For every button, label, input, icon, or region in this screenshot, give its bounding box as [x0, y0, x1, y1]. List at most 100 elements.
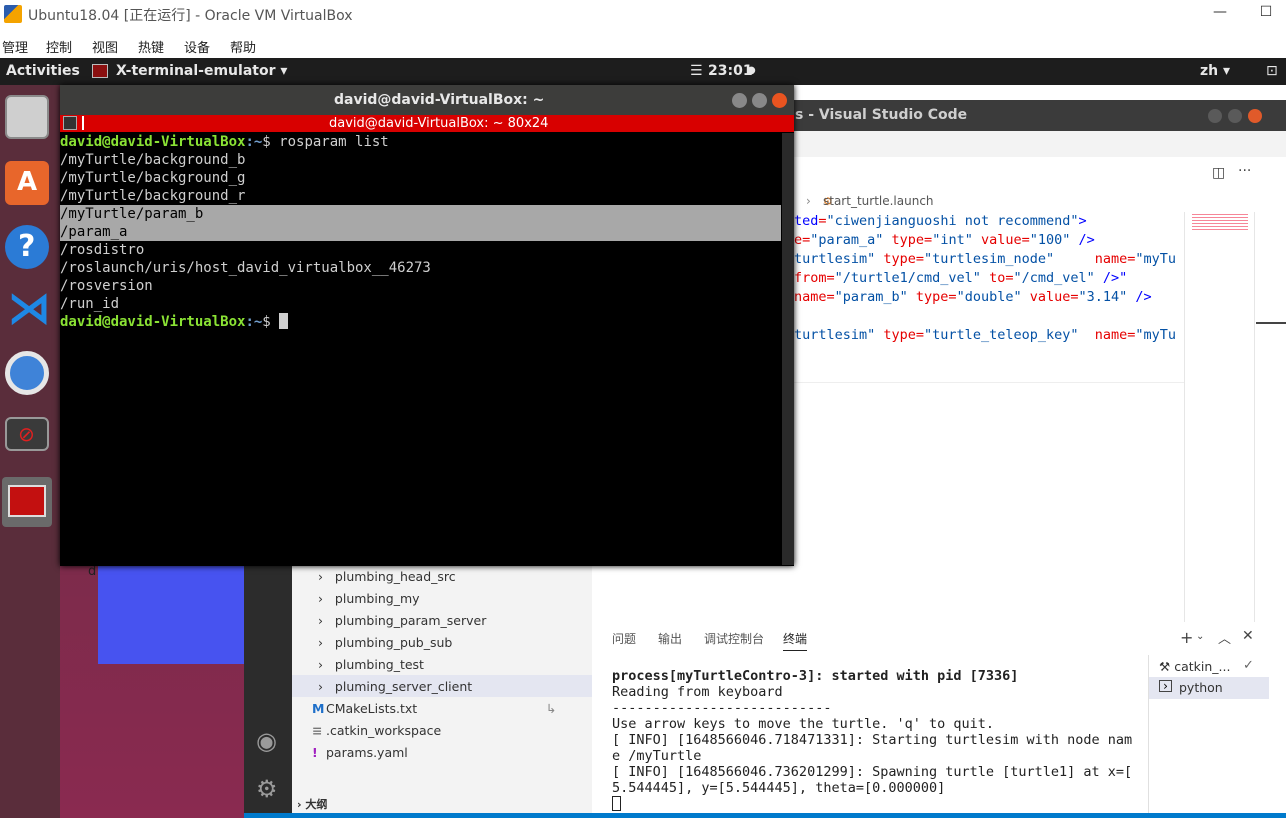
host-window-title: Ubuntu18.04 [正在运行] - Oracle VM VirtualBo…	[28, 8, 353, 24]
file-item[interactable]: ≡ .catkin_workspace	[312, 723, 441, 738]
tab-terminal[interactable]: 终端	[783, 630, 808, 651]
vscode-minimize-button[interactable]	[1208, 109, 1222, 123]
code-token: "turtlesim_node"	[924, 251, 1095, 267]
terminal-minimize-button[interactable]	[732, 93, 747, 108]
code-token: from=	[794, 270, 835, 286]
terminal-menu-icon[interactable]	[63, 116, 77, 130]
close-panel-icon[interactable]: ✕	[1242, 628, 1254, 644]
minimize-button[interactable]: —	[1200, 4, 1240, 24]
terminal-item-python[interactable]: › python	[1149, 677, 1269, 699]
system-menu-icon[interactable]: ⊡	[1266, 63, 1278, 79]
prompt-line: david@david-VirtualBox:~$	[60, 313, 782, 331]
prompt-user: david@david-VirtualBox	[60, 134, 246, 150]
terminal-cursor	[612, 796, 621, 811]
maximize-panel-icon[interactable]: ︿	[1218, 628, 1231, 647]
prompt-line: david@david-VirtualBox:~$ rosparam list	[60, 133, 782, 151]
account-icon[interactable]: ◉	[256, 727, 277, 755]
tab-debug-console[interactable]: 调试控制台	[704, 630, 764, 647]
menu-control[interactable]: 控制	[46, 37, 72, 56]
vscode-close-button[interactable]	[1248, 109, 1262, 123]
code-token: "double"	[956, 289, 1030, 305]
tools-icon: ⚒	[1159, 659, 1171, 674]
menu-help[interactable]: 帮助	[230, 37, 256, 56]
terminal-line: ---------------------------	[612, 700, 832, 716]
code-token: type=	[915, 289, 957, 305]
chromium-icon[interactable]	[5, 351, 49, 395]
terminal-title: david@david-VirtualBox: ~	[334, 92, 545, 108]
terminal-scrollbar[interactable]	[782, 133, 794, 565]
folder-item[interactable]: › plumbing_pub_sub	[318, 635, 452, 650]
terminal-icon: ›	[1159, 680, 1172, 692]
terminal-icon[interactable]	[2, 477, 52, 527]
scrollbar-thumb[interactable]	[1256, 322, 1286, 324]
terminal-item-catkin[interactable]: ⚒ catkin_...	[1159, 659, 1230, 674]
tab-problems[interactable]: 问题	[612, 630, 636, 647]
desktop-label: d	[88, 564, 97, 579]
new-terminal-icon[interactable]: +	[1180, 628, 1193, 647]
vscode-icon[interactable]: ⋊	[5, 283, 51, 334]
tab-output[interactable]: 输出	[658, 630, 682, 647]
activities-button[interactable]: Activities	[6, 63, 80, 79]
file-item[interactable]: ! params.yaml	[312, 745, 408, 760]
software-icon[interactable]: A	[5, 161, 49, 205]
terminal-maximize-button[interactable]	[752, 93, 767, 108]
editor-line-divider	[794, 382, 1184, 383]
split-editor-icon[interactable]: ◫	[1212, 165, 1225, 181]
blocked-icon[interactable]: ⊘	[5, 417, 49, 451]
desktop-window-fragment	[98, 565, 244, 664]
ubuntu-top-bar: Activities X-terminal-emulator ▾ ☰ 23:01…	[0, 58, 1286, 85]
code-token: "param_a"	[810, 232, 892, 248]
minimap[interactable]	[1184, 212, 1254, 232]
code-token: ted	[794, 213, 819, 229]
output-line: /roslaunch/uris/host_david_virtualbox__4…	[60, 260, 431, 276]
menu-view[interactable]: 视图	[92, 37, 118, 56]
app-menu[interactable]: X-terminal-emulator ▾	[116, 63, 287, 79]
more-actions-icon[interactable]: ···	[1238, 163, 1251, 179]
maximize-button[interactable]: ☐	[1246, 4, 1286, 24]
file-type-icon: !	[312, 745, 318, 760]
outline-section[interactable]: › 大纲	[297, 796, 327, 812]
separator	[82, 116, 84, 130]
menu-devices[interactable]: 设备	[184, 37, 210, 56]
terminal-line: Reading from keyboard	[612, 684, 783, 700]
settings-gear-icon[interactable]: ⚙	[256, 775, 278, 803]
folder-label: plumbing_param_server	[334, 613, 487, 628]
integrated-terminal-output[interactable]: process[myTurtleContro-3]: started with …	[612, 668, 1142, 796]
folder-item[interactable]: › plumbing_param_server	[318, 613, 486, 628]
help-icon[interactable]: ?	[5, 225, 49, 269]
terminal-subtitle-bar: david@david-VirtualBox: ~ 80x24	[60, 115, 794, 132]
vscode-maximize-button[interactable]	[1228, 109, 1242, 123]
terminal-subtitle: david@david-VirtualBox: ~ 80x24	[329, 116, 549, 131]
prompt-user: david@david-VirtualBox	[60, 314, 246, 330]
terminal-line: 5.544445], y=[5.544445], theta=[0.000000…	[612, 780, 946, 796]
folder-item[interactable]: › plumbing_head_src	[318, 569, 456, 584]
code-line: turtlesim" type="turtle_teleop_key" name…	[794, 326, 1184, 345]
clock[interactable]: 23:01	[708, 63, 753, 79]
menu-hotkeys[interactable]: 热键	[138, 37, 164, 56]
language-indicator[interactable]: zh ▾	[1200, 63, 1230, 79]
check-icon: ✓	[1243, 658, 1254, 673]
scrollbar-track[interactable]	[1254, 212, 1255, 622]
folder-item[interactable]: › plumbing_my	[318, 591, 420, 606]
terminal-line: process[myTurtleContro-3]: started with …	[612, 668, 1019, 684]
breadcrumb-file[interactable]: start_turtle.launch	[823, 194, 934, 208]
code-token: e=	[794, 232, 811, 248]
code-token: "turtle_teleop_key"	[924, 327, 1095, 343]
chevron-down-icon[interactable]: ⌄	[1196, 631, 1204, 642]
file-item[interactable]: M CMakeLists.txt ↳	[312, 701, 556, 716]
folder-item[interactable]: › pluming_server_client	[318, 679, 472, 694]
vscode-title: s - Visual Studio Code	[795, 107, 968, 123]
code-editor[interactable]: ted="ciwenjianguoshi not recommend"> e="p…	[794, 212, 1184, 382]
terminal-line: [ INFO] [1648566046.736201299]: Spawning…	[612, 764, 1133, 780]
breadcrumb: › ⚙ start_turtle.launch	[794, 193, 1254, 211]
menu-manage[interactable]: 管理	[2, 37, 28, 56]
folder-item[interactable]: › plumbing_test	[318, 657, 424, 672]
terminal-body[interactable]: david@david-VirtualBox:~$ rosparam list /…	[60, 133, 782, 563]
breadcrumb-separator-icon: ›	[806, 194, 811, 208]
output-line: /myTurtle/background_g	[60, 170, 246, 186]
vscode-tab-strip	[794, 131, 1286, 157]
ubuntu-dock: A ? ⋊ ⊘	[0, 85, 60, 818]
code-line: turtlesim" type="turtlesim_node" name="m…	[794, 250, 1184, 269]
files-icon[interactable]	[5, 95, 49, 139]
terminal-close-button[interactable]	[772, 93, 787, 108]
